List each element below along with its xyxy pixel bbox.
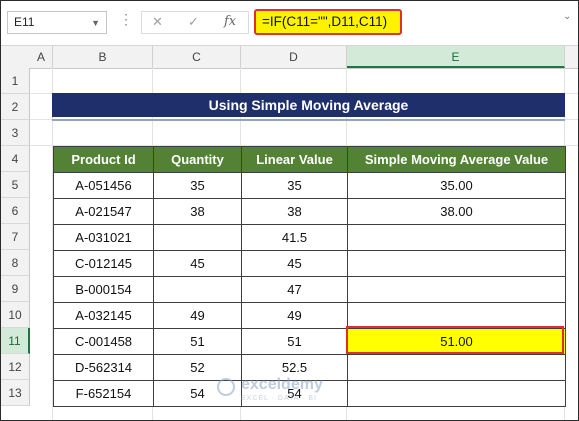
formula-input[interactable]: =IF(C11="",D11,C11): [254, 9, 402, 35]
formula-bar: E11 ▼ ⋮ ✕ ✓ fx =IF(C11="",D11,C11) ⌄: [1, 1, 578, 46]
header-linear-value[interactable]: Linear Value: [241, 146, 348, 173]
cell-product-id[interactable]: A-032145: [53, 302, 154, 329]
cell-linear-value[interactable]: 54: [241, 380, 348, 407]
table-row: A-032145 49 49: [53, 302, 566, 329]
cell-product-id[interactable]: A-021547: [53, 198, 154, 225]
cell-linear-value[interactable]: 38: [241, 198, 348, 225]
cell-sma-value[interactable]: [347, 224, 566, 251]
name-box[interactable]: E11 ▼: [7, 11, 107, 34]
enter-icon[interactable]: ✓: [188, 14, 199, 30]
cancel-icon[interactable]: ✕: [152, 14, 163, 30]
column-header-a[interactable]: A: [30, 46, 53, 68]
cell-quantity[interactable]: [153, 224, 242, 251]
cell-linear-value[interactable]: 52.5: [241, 354, 348, 381]
cell-linear-value[interactable]: 51: [241, 328, 348, 355]
active-cell-e11[interactable]: 51.00: [347, 328, 566, 355]
table-row: A-021547 38 38 38.00: [53, 198, 566, 225]
row-header-6[interactable]: 6: [1, 198, 30, 224]
column-header-d[interactable]: D: [241, 46, 347, 68]
cell-linear-value[interactable]: 47: [241, 276, 348, 303]
column-header-bar: A B C D E: [1, 46, 578, 69]
row-header-11[interactable]: 11: [1, 328, 30, 354]
cell-quantity[interactable]: 51: [153, 328, 242, 355]
table-row: A-031021 41.5: [53, 224, 566, 251]
row-header-5[interactable]: 5: [1, 172, 30, 198]
table-row: A-051456 35 35 35.00: [53, 172, 566, 199]
sheet-title: Using Simple Moving Average: [52, 93, 565, 117]
cell-product-id[interactable]: B-000154: [53, 276, 154, 303]
cell-sma-value[interactable]: [347, 276, 566, 303]
table-row: C-001458 51 51 51.00: [53, 328, 566, 355]
cell-linear-value[interactable]: 41.5: [241, 224, 348, 251]
cell-quantity[interactable]: 52: [153, 354, 242, 381]
cell-quantity[interactable]: 38: [153, 198, 242, 225]
table-row: B-000154 47: [53, 276, 566, 303]
formula-text: =IF(C11="",D11,C11): [262, 14, 388, 29]
cell-linear-value[interactable]: 35: [241, 172, 348, 199]
cell-quantity[interactable]: 45: [153, 250, 242, 277]
formula-buttons: ✕ ✓ fx: [141, 11, 249, 34]
expand-formula-bar-icon[interactable]: ⌄: [563, 11, 571, 22]
cell-sma-value[interactable]: 35.00: [347, 172, 566, 199]
column-header-c[interactable]: C: [153, 46, 241, 68]
title-underline: [52, 119, 565, 121]
row-header-9[interactable]: 9: [1, 276, 30, 302]
cell-product-id[interactable]: D-562314: [53, 354, 154, 381]
row-header-12[interactable]: 12: [1, 354, 30, 380]
cell-linear-value[interactable]: 49: [241, 302, 348, 329]
row-header-4[interactable]: 4: [1, 146, 30, 172]
table-row: C-012145 45 45: [53, 250, 566, 277]
cell-sma-value[interactable]: [347, 380, 566, 407]
cell-sma-value[interactable]: [347, 250, 566, 277]
vertical-dots-icon[interactable]: ⋮: [119, 11, 133, 28]
row-header-2[interactable]: 2: [1, 94, 30, 120]
row-header-1[interactable]: 1: [1, 68, 30, 94]
cell-quantity[interactable]: 54: [153, 380, 242, 407]
column-header-b[interactable]: B: [53, 46, 153, 68]
cell-sma-value[interactable]: 38.00: [347, 198, 566, 225]
name-box-value: E11: [14, 15, 35, 29]
cell-quantity[interactable]: 35: [153, 172, 242, 199]
cell-quantity[interactable]: 49: [153, 302, 242, 329]
cell-product-id[interactable]: C-012145: [53, 250, 154, 277]
header-product-id[interactable]: Product Id: [53, 146, 154, 173]
row-header-3[interactable]: 3: [1, 120, 30, 146]
cell-sma-value[interactable]: [347, 354, 566, 381]
cell-linear-value[interactable]: 45: [241, 250, 348, 277]
cell-product-id[interactable]: F-652154: [53, 380, 154, 407]
cell-sma-value[interactable]: [347, 302, 566, 329]
header-sma-value[interactable]: Simple Moving Average Value: [347, 146, 566, 173]
insert-function-icon[interactable]: fx: [224, 14, 236, 29]
cell-product-id[interactable]: A-031021: [53, 224, 154, 251]
row-header-8[interactable]: 8: [1, 250, 30, 276]
table-row: D-562314 52 52.5: [53, 354, 566, 381]
cell-product-id[interactable]: C-001458: [53, 328, 154, 355]
chevron-down-icon[interactable]: ▼: [91, 18, 100, 28]
row-header-7[interactable]: 7: [1, 224, 30, 250]
spreadsheet-window: E11 ▼ ⋮ ✕ ✓ fx =IF(C11="",D11,C11) ⌄ A B…: [0, 0, 579, 421]
table-header-row: Product Id Quantity Linear Value Simple …: [53, 146, 566, 173]
cell-product-id[interactable]: A-051456: [53, 172, 154, 199]
row-header-13[interactable]: 13: [1, 380, 30, 406]
column-header-e[interactable]: E: [347, 46, 565, 68]
data-table: Product Id Quantity Linear Value Simple …: [53, 146, 566, 407]
cell-quantity[interactable]: [153, 276, 242, 303]
row-header-10[interactable]: 10: [1, 302, 30, 328]
table-row: F-652154 54 54: [53, 380, 566, 407]
header-quantity[interactable]: Quantity: [153, 146, 242, 173]
